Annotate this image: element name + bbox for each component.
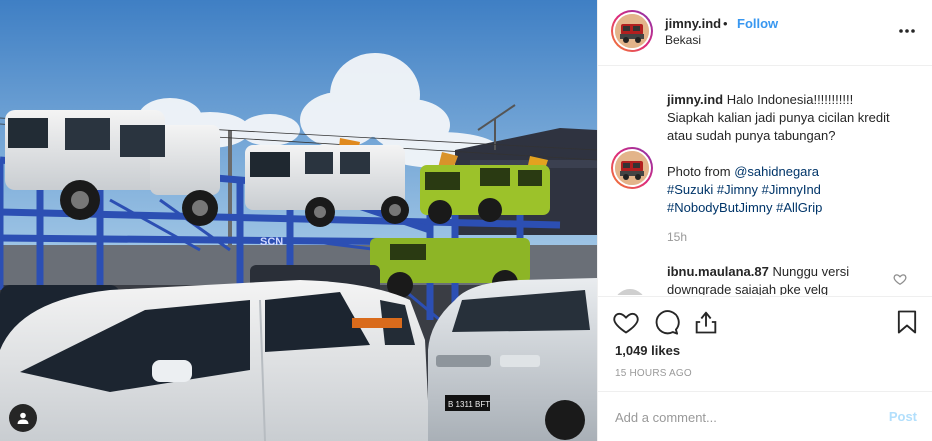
comment-like-heart-icon[interactable]: [893, 272, 907, 286]
more-horizontal-icon[interactable]: [897, 21, 917, 41]
silver-avanza: B 1311 BFT: [428, 278, 597, 441]
photo-from-label: Photo from: [667, 164, 731, 179]
white-mpv: [0, 280, 430, 441]
user-tag-icon[interactable]: [9, 404, 37, 432]
likes-count[interactable]: 1,049 likes: [615, 343, 680, 358]
post-button[interactable]: Post: [889, 409, 917, 424]
jimny-avatar-icon: [615, 14, 649, 48]
license-plate: B 1311 BFT: [448, 400, 490, 409]
comment-composer: Post: [598, 391, 932, 441]
location-link[interactable]: Bekasi: [665, 33, 701, 47]
comment-username[interactable]: ibnu.maulana.87: [667, 264, 769, 279]
caption-avatar[interactable]: [611, 147, 653, 189]
follow-button[interactable]: Follow: [737, 16, 778, 31]
avatar[interactable]: [611, 10, 653, 52]
car-carrier-photo: SCN B 1311 BFT: [0, 0, 597, 441]
heart-icon[interactable]: [612, 308, 640, 336]
post-photo[interactable]: SCN B 1311 BFT: [0, 0, 597, 441]
share-icon[interactable]: [692, 308, 720, 336]
action-bar: 1,049 likes 15 HOURS AGO: [598, 296, 932, 390]
comments-section[interactable]: jimny.ind Halo Indonesia!!!!!!!!!!! Siap…: [598, 67, 932, 295]
commenter-avatar[interactable]: [614, 289, 646, 295]
comment-bubble-icon[interactable]: [652, 308, 680, 336]
hashtags-line-1[interactable]: #Suzuki #Jimny #JimnyInd: [667, 181, 917, 199]
caption-line-1: Halo Indonesia!!!!!!!!!!!: [726, 92, 854, 107]
header-username[interactable]: jimny.ind: [665, 16, 721, 31]
mention-link[interactable]: @sahidnegara: [734, 164, 819, 179]
comment-item: ibnu.maulana.87 Nunggu versi downgrade s…: [667, 263, 897, 295]
post-header: jimny.ind • Follow Bekasi: [598, 0, 932, 66]
bookmark-icon[interactable]: [893, 308, 921, 336]
comment-input[interactable]: [615, 407, 875, 427]
hashtags-line-2[interactable]: #NobodyButJimny #AllGrip: [667, 199, 917, 217]
caption-line-2: Siapkah kalian jadi punya cicilan kredit: [667, 110, 890, 125]
caption-line-3: atau sudah punya tabungan?: [667, 128, 836, 143]
header-separator: •: [723, 16, 728, 31]
truck-label: SCN: [260, 236, 283, 248]
post-side-panel: jimny.ind • Follow Bekasi jimny.ind Halo…: [597, 0, 932, 441]
caption-time: 15h: [667, 230, 688, 244]
jimny-avatar-icon: [615, 151, 649, 185]
post-caption: jimny.ind Halo Indonesia!!!!!!!!!!! Siap…: [667, 91, 917, 217]
posted-time: 15 HOURS AGO: [615, 368, 692, 379]
caption-username[interactable]: jimny.ind: [667, 92, 723, 107]
